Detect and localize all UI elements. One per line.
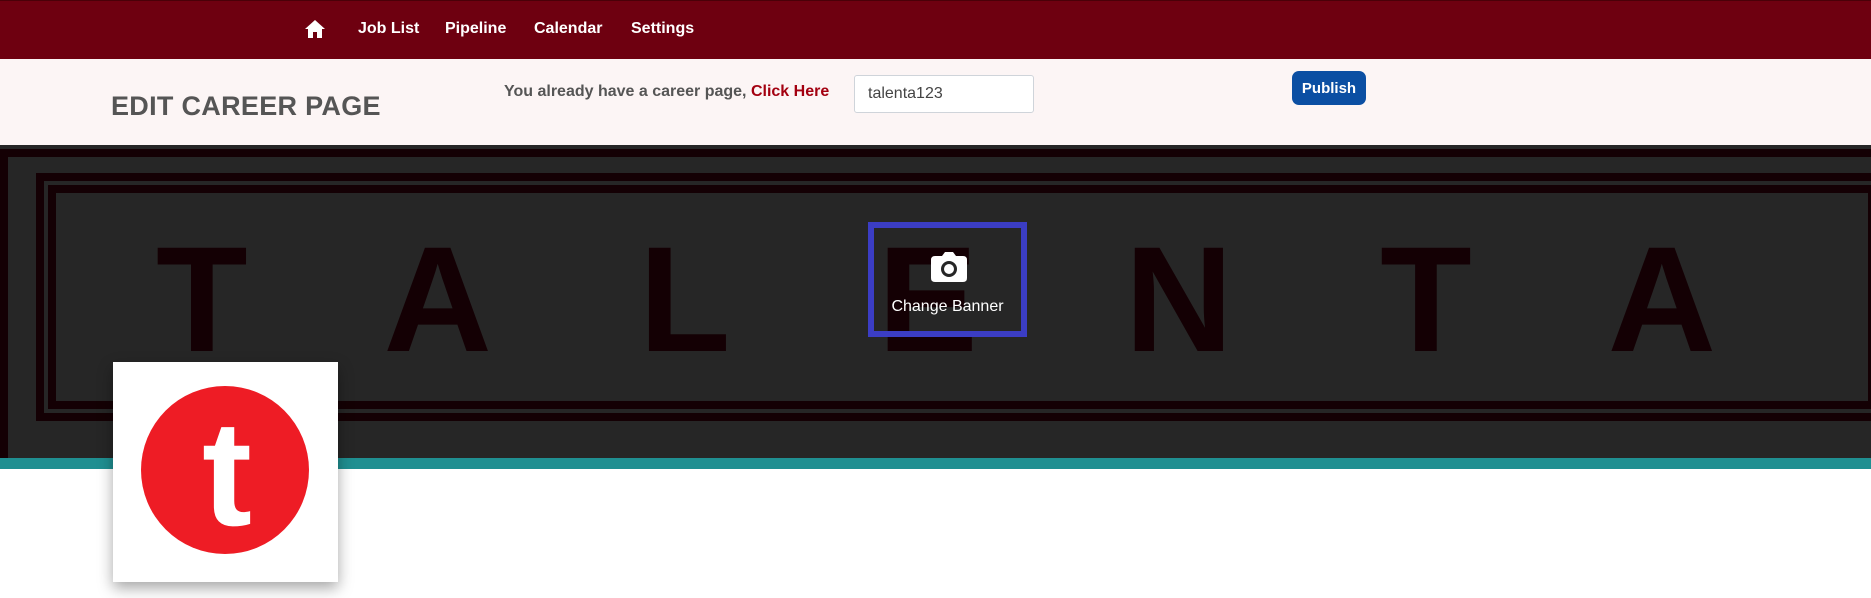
career-page-notice: You already have a career page, Click He… — [504, 83, 829, 101]
notice-text: You already have a career page, — [504, 83, 751, 100]
change-banner-label: Change Banner — [891, 298, 1004, 315]
home-icon[interactable] — [305, 20, 325, 38]
company-logo: t — [141, 386, 309, 555]
career-page-slug-input[interactable] — [854, 75, 1034, 113]
click-here-link[interactable]: Click Here — [751, 83, 829, 100]
nav-pipeline[interactable]: Pipeline — [445, 20, 506, 38]
page-title: EDIT CAREER PAGE — [111, 91, 381, 121]
page-header: EDIT CAREER PAGE You already have a care… — [0, 59, 1871, 145]
nav-job-list[interactable]: Job List — [358, 20, 419, 38]
top-navbar: Job List Pipeline Calendar Settings — [0, 0, 1871, 59]
company-logo-card[interactable]: t — [113, 362, 338, 582]
change-banner-button[interactable]: Change Banner — [868, 222, 1027, 337]
nav-settings[interactable]: Settings — [631, 20, 694, 38]
nav-calendar[interactable]: Calendar — [534, 20, 602, 38]
publish-button[interactable]: Publish — [1292, 71, 1366, 105]
logo-letter: t — [202, 389, 252, 555]
camera-icon — [931, 252, 967, 282]
